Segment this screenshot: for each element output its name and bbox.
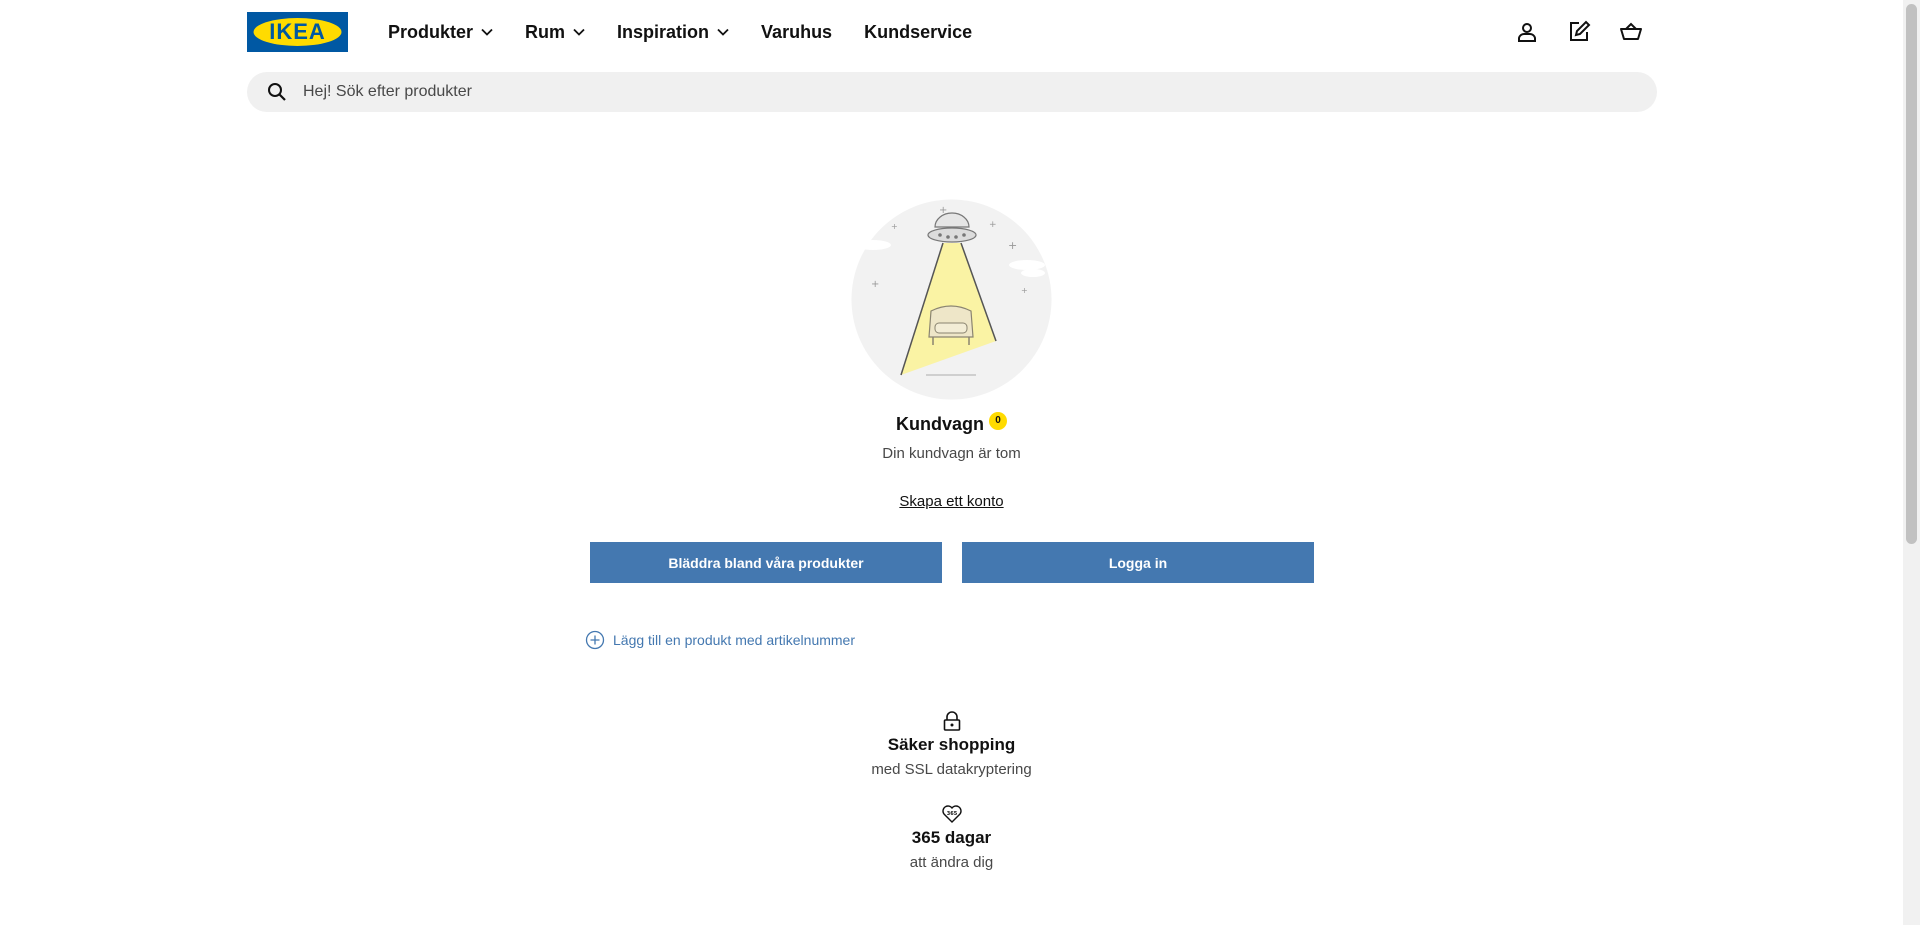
site-header: IKEA Produkter Rum Inspiration Varuhus K… [247, 12, 1657, 52]
svg-text:+: + [1021, 286, 1028, 295]
nav-item-label: Varuhus [761, 21, 833, 42]
search-icon [265, 80, 289, 104]
main-nav: Produkter Rum Inspiration Varuhus Kundse… [388, 22, 1004, 43]
feature-365-days: 365 365 dagar att ändra dig [0, 802, 1903, 871]
ufo-illustration: + + + + + + [851, 199, 1052, 400]
nav-item-varuhus[interactable]: Varuhus [761, 22, 832, 43]
svg-text:+: + [989, 220, 997, 230]
search-input[interactable] [303, 83, 703, 101]
scrollbar-thumb[interactable] [1906, 4, 1917, 544]
svg-text:+: + [891, 222, 898, 231]
search-bar[interactable] [247, 72, 1657, 112]
nav-item-rum[interactable]: Rum [525, 22, 585, 43]
shopping-list-icon[interactable] [1565, 18, 1593, 46]
nav-item-produkter[interactable]: Produkter [388, 22, 493, 43]
ikea-logo-mark: IKEA [253, 18, 342, 46]
header-icons [1513, 18, 1645, 46]
feature-title: Säker shopping [887, 735, 1016, 754]
svg-text:365: 365 [946, 811, 957, 817]
nav-item-inspiration[interactable]: Inspiration [617, 22, 729, 43]
create-account-row: Skapa ett konto [0, 493, 1903, 510]
nav-item-kundservice[interactable]: Kundservice [864, 22, 972, 43]
cart-title: Kundvagn [896, 414, 984, 434]
ikea-logo[interactable]: IKEA [247, 12, 348, 52]
chevron-down-icon [573, 28, 585, 36]
chevron-down-icon [717, 28, 729, 36]
cart-title-row: Kundvagn 0 [0, 411, 1903, 435]
nav-item-label: Produkter [388, 21, 474, 42]
page: IKEA Produkter Rum Inspiration Varuhus K… [0, 0, 1903, 925]
login-button[interactable]: Logga in [962, 542, 1314, 583]
cart-empty-message: Din kundvagn är tom [882, 445, 1021, 462]
feature-subtitle: att ändra dig [909, 854, 994, 871]
svg-text:IKEA: IKEA [269, 19, 326, 44]
browse-products-button[interactable]: Bläddra bland våra produkter [590, 542, 942, 583]
lock-icon [0, 709, 1903, 733]
page-scrollbar[interactable] [1903, 0, 1920, 925]
nav-item-label: Rum [525, 21, 566, 42]
cart-icon[interactable] [1617, 18, 1645, 46]
heart-365-icon: 365 [0, 802, 1903, 826]
feature-secure-shopping: Säker shopping med SSL datakryptering [0, 709, 1903, 778]
add-by-article-number-label: Lägg till en produkt med artikelnummer [613, 632, 856, 648]
feature-title: 365 dagar [911, 828, 992, 847]
chevron-down-icon [481, 28, 493, 36]
feature-subtitle: med SSL datakryptering [871, 761, 1032, 778]
add-by-article-number-link[interactable]: Lägg till en produkt med artikelnummer [585, 630, 855, 650]
svg-text:+: + [1008, 239, 1017, 252]
plus-circle-icon [585, 630, 605, 650]
nav-item-label: Inspiration [617, 21, 710, 42]
nav-item-label: Kundservice [864, 21, 973, 42]
svg-text:+: + [871, 279, 879, 290]
user-icon[interactable] [1513, 18, 1541, 46]
cart-count-badge: 0 [989, 411, 1007, 430]
create-account-link[interactable]: Skapa ett konto [899, 493, 1003, 510]
